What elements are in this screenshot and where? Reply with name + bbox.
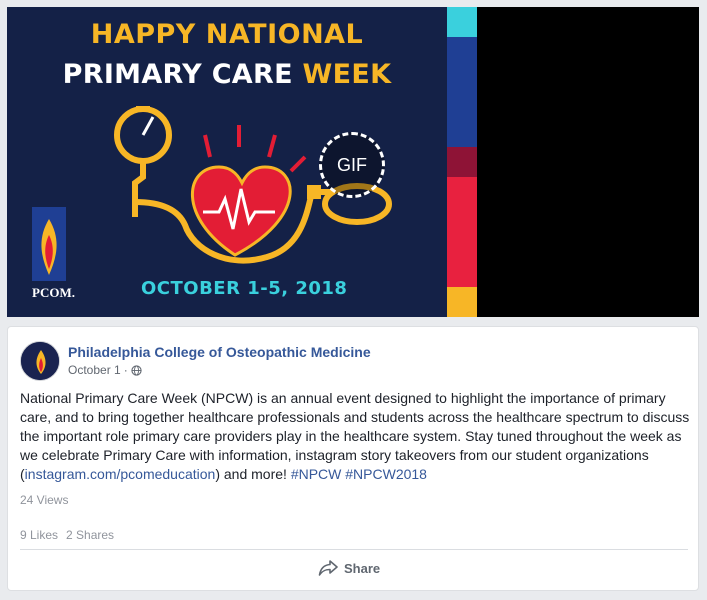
- post-text: National Primary Care Week (NPCW) is an …: [20, 389, 692, 484]
- hashtag-npcw[interactable]: #NPCW: [291, 466, 342, 482]
- post-card: Philadelphia College of Osteopathic Medi…: [7, 326, 699, 591]
- video-media[interactable]: HAPPY NATIONAL PRIMARY CARE WEEK PCOM. O…: [7, 7, 699, 317]
- likes-count[interactable]: 9 Likes: [20, 528, 58, 542]
- pcom-avatar-icon: [21, 342, 59, 380]
- avatar[interactable]: [20, 341, 60, 381]
- post-meta: October 1 ·: [68, 363, 142, 377]
- pcom-logo-text: PCOM.: [32, 285, 75, 300]
- post-date[interactable]: October 1: [68, 363, 121, 377]
- post-text-part: ) and more!: [215, 466, 291, 482]
- view-count: 24 Views: [20, 493, 69, 507]
- divider: [20, 549, 688, 550]
- shares-count[interactable]: 2 Shares: [66, 528, 114, 542]
- author-name-link[interactable]: Philadelphia College of Osteopathic Medi…: [68, 344, 371, 360]
- blood-pressure-illustration: [32, 106, 392, 281]
- instagram-link[interactable]: instagram.com/pcomeducation: [25, 466, 216, 482]
- gif-label: GIF: [337, 154, 367, 175]
- hashtag-npcw2018[interactable]: #NPCW2018: [345, 466, 427, 482]
- share-button[interactable]: Share: [318, 560, 380, 576]
- event-dates: OCTOBER 1-5, 2018: [141, 278, 348, 299]
- gif-play-badge[interactable]: GIF: [319, 132, 385, 198]
- globe-icon[interactable]: [131, 364, 142, 376]
- share-label: Share: [344, 560, 381, 576]
- promo-graphic: HAPPY NATIONAL PRIMARY CARE WEEK PCOM. O…: [7, 7, 477, 317]
- meta-separator: ·: [123, 363, 128, 377]
- engagement-stats: 9 Likes 2 Shares: [20, 528, 114, 542]
- share-arrow-icon: [318, 560, 338, 576]
